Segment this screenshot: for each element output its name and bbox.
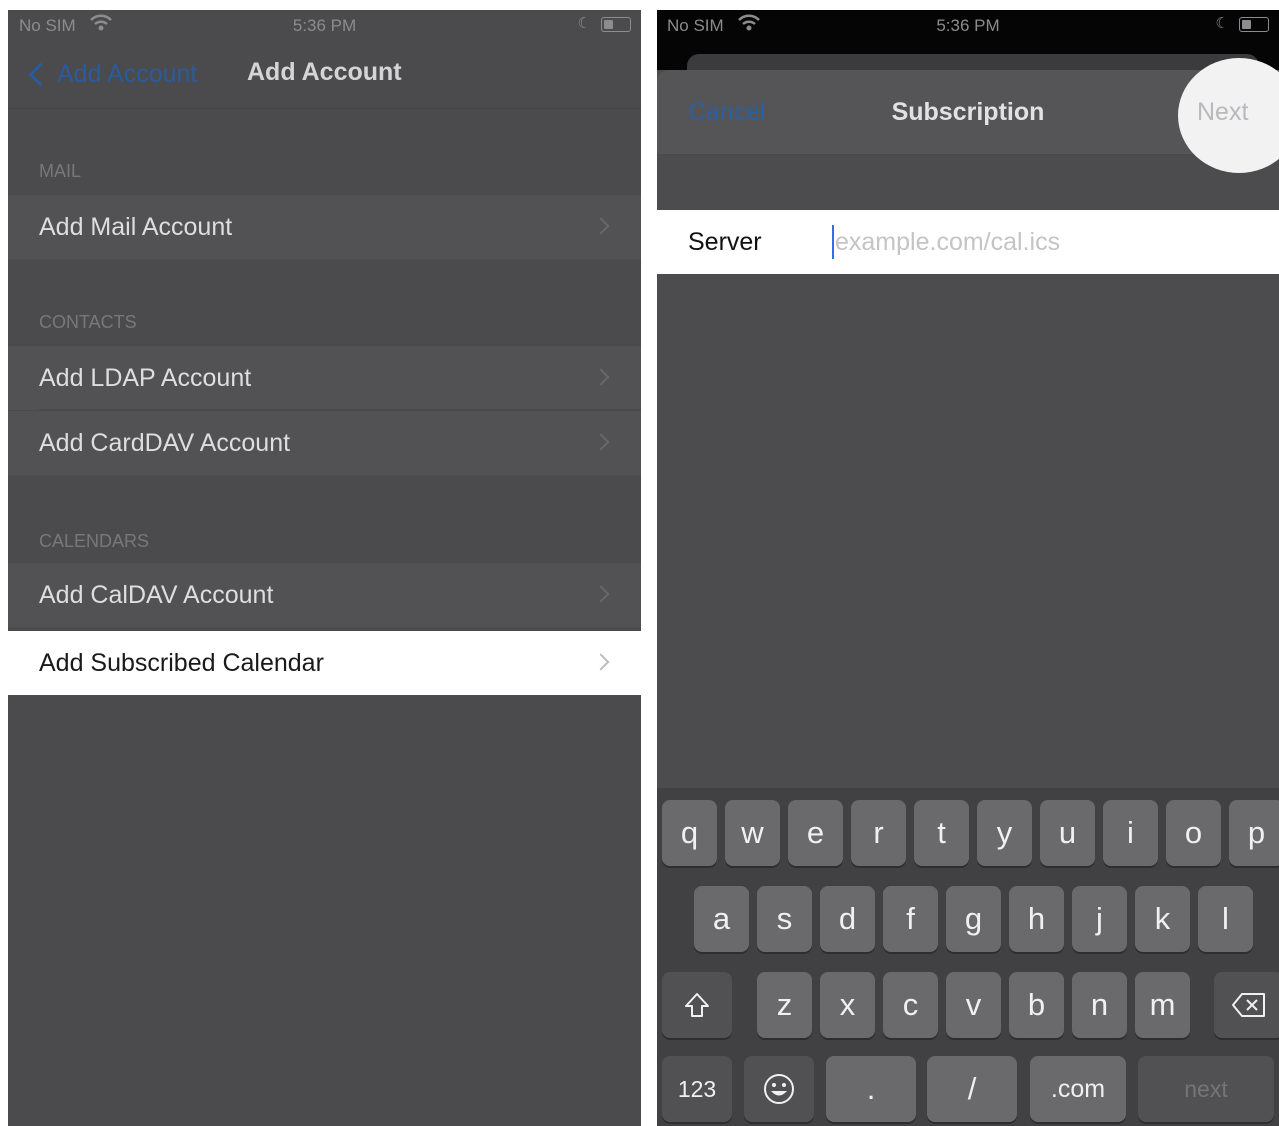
emoji-key[interactable] (744, 1056, 814, 1122)
row-label: Add LDAP Account (39, 364, 252, 392)
back-button[interactable]: Add Account (26, 57, 197, 91)
sheet-navigation-bar: Cancel Subscription Next (657, 58, 1279, 173)
battery-icon (1239, 17, 1269, 32)
key-u[interactable]: u (1040, 800, 1095, 866)
key-b[interactable]: b (1009, 972, 1064, 1038)
emoji-icon (764, 1074, 794, 1104)
subscription-screen: No SIM 5:36 PM ☾ Cancel Subscription Nex… (657, 10, 1279, 1126)
key-s[interactable]: s (757, 886, 812, 952)
chevron-right-icon (592, 368, 610, 386)
key-t[interactable]: t (914, 800, 969, 866)
key-d[interactable]: d (820, 886, 875, 952)
key-k[interactable]: k (1135, 886, 1190, 952)
row-add-subscribed-calendar[interactable]: Add Subscribed Calendar (8, 631, 641, 695)
key-h[interactable]: h (1009, 886, 1064, 952)
text-cursor (832, 225, 834, 259)
key-o[interactable]: o (1166, 800, 1221, 866)
slash-key[interactable]: / (927, 1056, 1017, 1122)
key-x[interactable]: x (820, 972, 875, 1038)
do-not-disturb-icon: ☾ (577, 15, 591, 32)
next-key[interactable]: next (1138, 1056, 1274, 1122)
page-title: Add Account (247, 58, 402, 86)
key-n[interactable]: n (1072, 972, 1127, 1038)
key-z[interactable]: z (757, 972, 812, 1038)
key-y[interactable]: y (977, 800, 1032, 866)
key-l[interactable]: l (1198, 886, 1253, 952)
key-v[interactable]: v (946, 972, 1001, 1038)
do-not-disturb-icon: ☾ (1215, 15, 1229, 32)
key-e[interactable]: e (788, 800, 843, 866)
chevron-right-icon (592, 585, 610, 603)
period-key[interactable]: . (826, 1056, 916, 1122)
key-c[interactable]: c (883, 972, 938, 1038)
server-row: Server (657, 210, 1279, 274)
chevron-left-icon (28, 61, 53, 87)
row-label: Add Mail Account (39, 213, 233, 241)
navigation-bar: Add Account Add Account (8, 42, 641, 109)
chevron-right-icon (592, 433, 610, 451)
key-w[interactable]: w (725, 800, 780, 866)
back-label: Add Account (57, 59, 198, 88)
row-add-carddav-account[interactable]: Add CardDAV Account (8, 411, 641, 475)
server-label: Server (688, 228, 762, 256)
key-j[interactable]: j (1072, 886, 1127, 952)
status-bar: No SIM 5:36 PM ☾ (8, 10, 641, 42)
section-header-contacts: CONTACTS (39, 312, 137, 332)
status-time: 5:36 PM (936, 16, 1000, 35)
key-a[interactable]: a (694, 886, 749, 952)
row-add-mail-account[interactable]: Add Mail Account (8, 195, 641, 259)
section-header-calendars: CALENDARS (39, 531, 150, 551)
add-account-screen: No SIM 5:36 PM ☾ Add Account Add Account… (8, 10, 641, 1126)
dotcom-key[interactable]: .com (1030, 1056, 1126, 1122)
row-label: Add CalDAV Account (39, 581, 274, 609)
next-button[interactable]: Next (1197, 98, 1248, 127)
key-r[interactable]: r (851, 800, 906, 866)
row-label: Add CardDAV Account (39, 429, 291, 457)
shift-key[interactable] (662, 972, 732, 1038)
row-label: Add Subscribed Calendar (39, 649, 324, 677)
keyboard: q w e r t y u i o p a s d f g h j k l z … (657, 788, 1279, 1126)
chevron-right-icon (592, 653, 610, 671)
server-input[interactable] (831, 224, 1255, 260)
shift-icon (685, 993, 709, 1017)
status-time: 5:36 PM (292, 16, 357, 35)
delete-key[interactable] (1214, 972, 1279, 1038)
status-bar: No SIM 5:36 PM ☾ (657, 10, 1279, 42)
row-add-ldap-account[interactable]: Add LDAP Account (8, 346, 641, 410)
delete-icon (1232, 993, 1265, 1017)
key-m[interactable]: m (1135, 972, 1190, 1038)
key-f[interactable]: f (883, 886, 938, 952)
battery-icon (601, 17, 631, 32)
key-i[interactable]: i (1103, 800, 1158, 866)
key-g[interactable]: g (946, 886, 1001, 952)
chevron-right-icon (592, 217, 610, 235)
section-header-mail: MAIL (39, 161, 82, 181)
numbers-key[interactable]: 123 (662, 1056, 732, 1122)
row-add-caldav-account[interactable]: Add CalDAV Account (8, 563, 641, 627)
key-q[interactable]: q (662, 800, 717, 866)
key-p[interactable]: p (1229, 800, 1279, 866)
